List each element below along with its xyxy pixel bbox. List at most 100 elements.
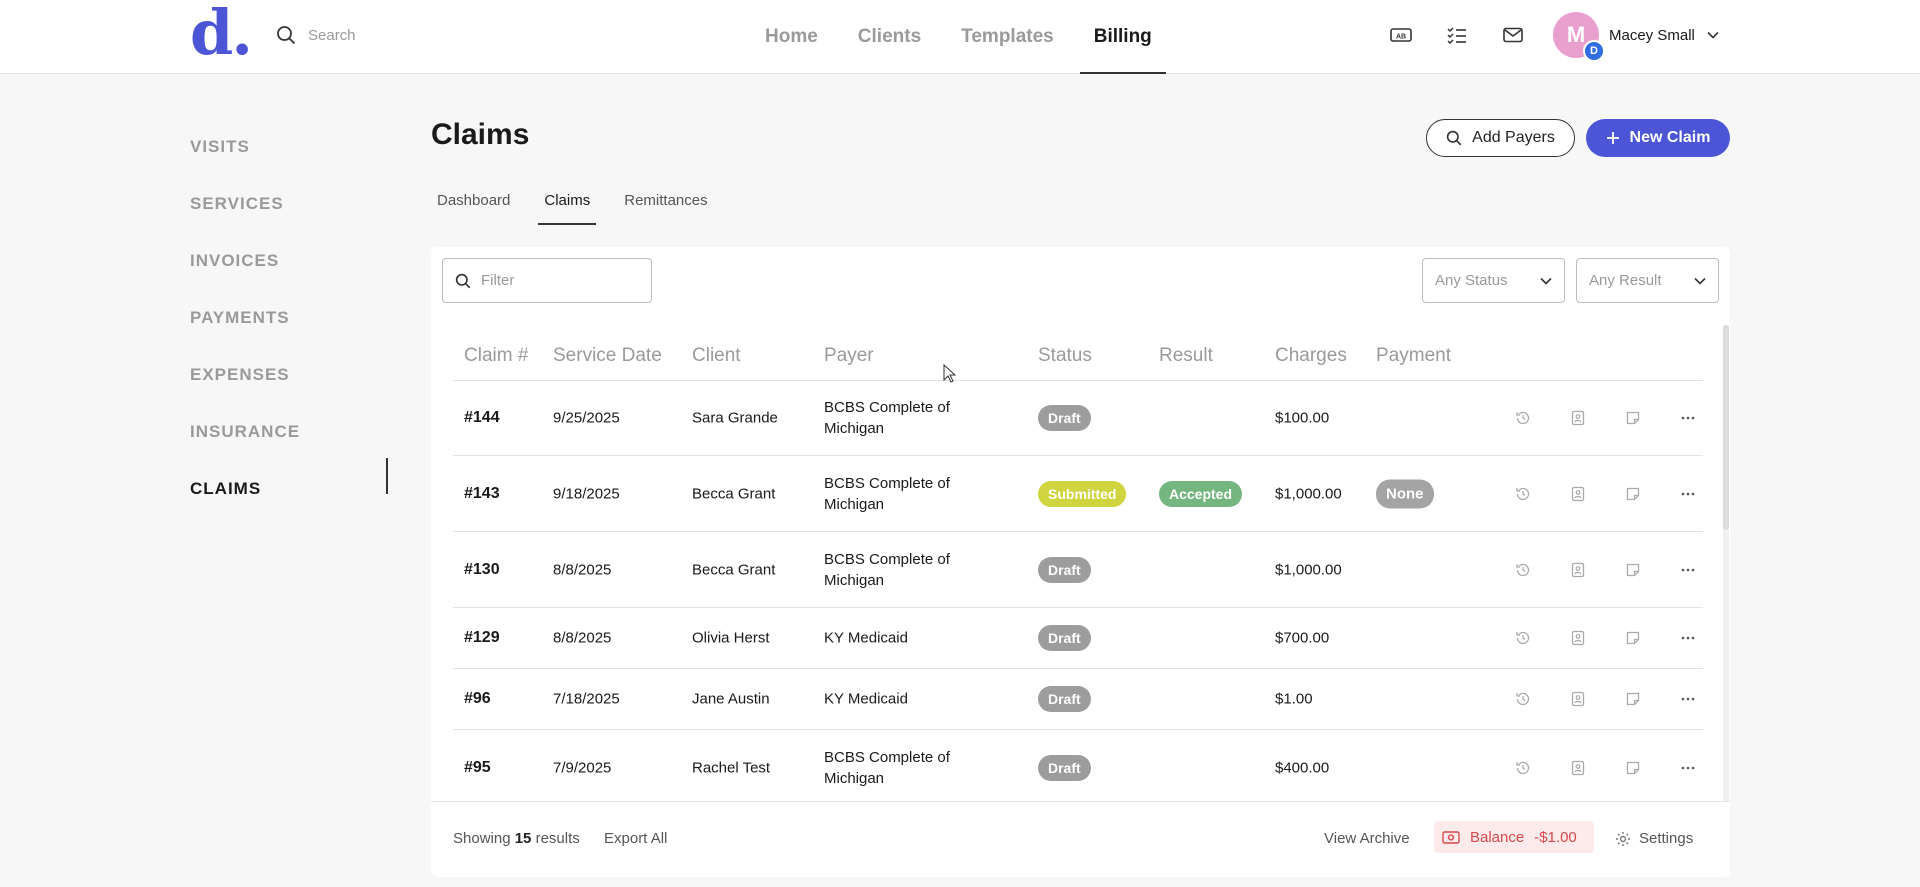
claims-card: Any Status Any Result Claim # Service Da… [431,247,1730,877]
sidebar-item-insurance[interactable]: INSURANCE [190,403,387,460]
column-header[interactable]: Payer [824,345,874,367]
column-header[interactable]: Client [692,345,741,367]
user-menu[interactable]: M D Macey Small [1553,12,1719,62]
nav-templates[interactable]: Templates [941,0,1074,74]
more-icon[interactable] [1678,408,1698,428]
column-header[interactable]: Claim # [464,345,528,367]
claim-number: #96 [464,690,491,707]
client-file-icon[interactable] [1568,484,1588,504]
column-header[interactable]: Status [1038,345,1092,367]
sidebar-item-payments[interactable]: PAYMENTS [190,289,387,346]
payer-name: BCBS Complete of Michigan [824,748,950,787]
new-claim-label: New Claim [1629,129,1711,146]
history-icon[interactable] [1513,758,1533,778]
table-footer: Showing 15 results Export All View Archi… [431,801,1730,877]
tab-dashboard[interactable]: Dashboard [431,184,516,225]
sidebar-item-expenses[interactable]: EXPENSES [190,346,387,403]
more-icon[interactable] [1678,560,1698,580]
table-row[interactable]: #129 8/8/2025 Olivia Herst KY Medicaid $700.… [453,608,1703,669]
more-icon[interactable] [1678,484,1698,504]
status-select[interactable]: Any Status [1422,258,1565,303]
column-header[interactable]: Charges [1275,345,1347,367]
column-header[interactable]: Payment [1376,345,1451,367]
status-badge: Submitted [1038,480,1127,507]
client-file-icon[interactable] [1568,408,1588,428]
export-all-link[interactable]: Export All [604,830,667,847]
charges: $1,000.00 [1275,485,1342,502]
column-header[interactable]: Service Date [553,345,662,367]
more-icon[interactable] [1678,628,1698,648]
user-name[interactable]: Macey Small [1609,27,1695,44]
scrollbar-thumb[interactable] [1723,325,1729,530]
charges: $1.00 [1275,690,1313,708]
tab-remittances[interactable]: Remittances [618,184,713,225]
more-icon[interactable] [1678,689,1698,709]
claim-number: #95 [464,758,491,776]
sidebar-item-claims[interactable]: CLAIMS [190,460,387,517]
sidebar-item-visits[interactable]: VISITS [190,118,387,175]
table-row[interactable]: #95 7/9/2025 Rachel Test BCBS Complete of M… [453,730,1703,806]
settings-link[interactable]: Settings [1615,830,1693,847]
payer-name: BCBS Complete of Michigan [824,399,950,437]
result-select[interactable]: Any Result [1576,258,1719,303]
claim-number: #130 [464,560,500,578]
sidebar-item-invoices[interactable]: INVOICES [190,232,387,289]
balance-badge[interactable]: Balance -$1.00 [1434,821,1594,853]
ab-card-icon[interactable]: AB [1388,22,1414,48]
cash-icon [1442,830,1460,844]
checklist-icon[interactable] [1444,22,1470,48]
note-icon[interactable] [1623,628,1643,648]
client-file-icon[interactable] [1568,628,1588,648]
chevron-down-icon [1694,277,1706,285]
add-payers-button[interactable]: Add Payers [1426,119,1575,157]
table-row[interactable]: #144 9/25/2025 Sara Grande BCBS Complete of… [453,381,1703,456]
history-icon[interactable] [1513,408,1533,428]
logo[interactable]: d. [190,2,253,64]
nav-billing[interactable]: Billing [1074,0,1172,74]
client-file-icon[interactable] [1568,689,1588,709]
nav-clients[interactable]: Clients [838,0,941,74]
chevron-down-icon [1540,277,1552,285]
new-claim-button[interactable]: New Claim [1586,119,1730,157]
result-badge: Accepted [1159,480,1243,507]
chevron-down-icon[interactable] [1707,31,1719,39]
global-search[interactable]: Search [276,20,356,50]
client-name: Becca Grant [692,485,776,502]
filter-input[interactable] [481,272,631,289]
sidebar-item-services[interactable]: SERVICES [190,175,387,232]
filter-box[interactable] [442,258,652,303]
avatar[interactable]: M D [1553,12,1605,62]
note-icon[interactable] [1623,758,1643,778]
more-icon[interactable] [1678,758,1698,778]
history-icon[interactable] [1513,689,1533,709]
table-row[interactable]: #96 7/18/2025 Jane Austin KY Medicaid $1.00 D… [453,669,1703,730]
history-icon[interactable] [1513,560,1533,580]
result-select-value: Any Result [1589,272,1662,289]
search-placeholder[interactable]: Search [308,27,356,44]
note-icon[interactable] [1623,689,1643,709]
billing-sidebar: VISITS SERVICES INVOICES PAYMENTS EXPENS… [190,118,387,517]
view-archive-link[interactable]: View Archive [1324,830,1410,847]
top-bar: d. Search Home Clients Templates Billing… [0,0,1920,74]
history-icon[interactable] [1513,628,1533,648]
service-date: 9/25/2025 [553,409,620,427]
note-icon[interactable] [1623,484,1643,504]
client-file-icon[interactable] [1568,758,1588,778]
results-count: Showing 15 results [453,830,580,847]
tab-claims[interactable]: Claims [538,184,597,225]
history-icon[interactable] [1513,484,1533,504]
column-header[interactable]: Result [1159,345,1213,367]
mail-icon[interactable] [1500,22,1526,48]
status-select-value: Any Status [1435,272,1508,289]
scrollbar[interactable] [1723,325,1729,801]
note-icon[interactable] [1623,560,1643,580]
client-file-icon[interactable] [1568,560,1588,580]
nav-home[interactable]: Home [745,0,838,74]
note-icon[interactable] [1623,408,1643,428]
status-badge: Draft [1038,686,1091,712]
table-row[interactable]: #143 9/18/2025 Becca Grant BCBS Complete of… [453,456,1703,532]
status-cell: Draft [1038,405,1091,431]
table-row[interactable]: #130 8/8/2025 Becca Grant BCBS Complete of … [453,532,1703,608]
payment-badge: None [1376,479,1434,508]
status-cell: Draft [1038,556,1091,583]
